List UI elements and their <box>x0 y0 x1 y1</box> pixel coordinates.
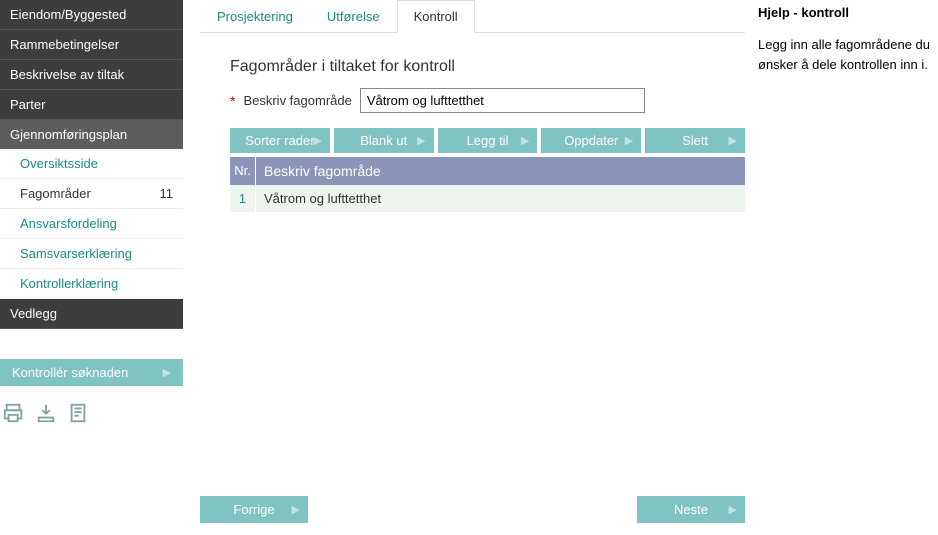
cell-desc: Våtrom og lufttetthet <box>256 185 745 212</box>
chevron-right-icon: ▶ <box>163 366 171 379</box>
button-label: Legg til <box>467 133 509 148</box>
button-label: Blank ut <box>360 133 407 148</box>
footer-nav: Forrige ▶ Neste ▶ <box>200 496 745 523</box>
nav-oversiktsside[interactable]: Oversiktsside <box>0 149 183 179</box>
chevron-right-icon: ▶ <box>625 134 633 147</box>
print-icon[interactable] <box>2 401 26 425</box>
nav-label: Kontrollerklæring <box>20 276 118 291</box>
nav-vedlegg[interactable]: Vedlegg <box>0 299 183 329</box>
tabs: Prosjektering Utførelse Kontroll <box>200 0 745 33</box>
nav-parter[interactable]: Parter <box>0 90 183 120</box>
nav-ansvarsfordeling[interactable]: Ansvarsfordeling <box>0 209 183 239</box>
chevron-right-icon: ▶ <box>292 503 300 516</box>
nav-label: Ansvarsfordeling <box>20 216 117 231</box>
nav-badge: 11 <box>160 186 174 201</box>
chevron-right-icon: ▶ <box>417 134 425 147</box>
clear-button[interactable]: Blank ut ▶ <box>334 128 434 153</box>
add-button[interactable]: Legg til ▶ <box>438 128 538 153</box>
cell-nr: 1 <box>230 185 256 212</box>
help-text: Legg inn alle fagområdene du ønsker å de… <box>758 35 933 74</box>
button-label: Sorter rader <box>245 133 314 148</box>
chevron-right-icon: ▶ <box>521 134 529 147</box>
help-panel: Hjelp - kontroll Legg inn alle fagområde… <box>758 5 933 74</box>
nav-eiendom[interactable]: Eiendom/Byggested <box>0 0 183 30</box>
button-label: Oppdater <box>564 133 618 148</box>
page-heading: Fagområder i tiltaket for kontroll <box>230 58 745 76</box>
button-label: Forrige <box>233 502 274 517</box>
tab-utforelse[interactable]: Utførelse <box>310 0 397 32</box>
table-row[interactable]: 1 Våtrom og lufttetthet <box>230 185 745 212</box>
nav-label: Fagområder <box>20 186 91 201</box>
main-content: Fagområder i tiltaket for kontroll * Bes… <box>200 33 745 212</box>
receipt-icon[interactable] <box>66 401 90 425</box>
help-title: Hjelp - kontroll <box>758 5 933 20</box>
table-header: Nr. Beskriv fagområde <box>230 157 745 185</box>
sidebar: Eiendom/Byggested Rammebetingelser Beskr… <box>0 0 183 425</box>
nav-fagomrader[interactable]: Fagområder 11 <box>0 179 183 209</box>
fagomrade-input[interactable] <box>360 88 645 113</box>
icon-toolbar <box>0 401 183 425</box>
header-desc: Beskriv fagområde <box>256 157 745 185</box>
header-nr: Nr. <box>230 157 256 185</box>
action-row: Sorter rader▶ Blank ut▶ Legg til▶ Oppdat… <box>230 128 745 153</box>
chevron-right-icon: ▶ <box>729 134 737 147</box>
field-label: Beskriv fagområde <box>243 93 351 108</box>
check-application-button[interactable]: Kontrollér søknaden ▶ <box>0 359 183 386</box>
chevron-right-icon: ▶ <box>313 134 321 147</box>
tab-kontroll[interactable]: Kontroll <box>397 0 475 33</box>
button-label: Kontrollér søknaden <box>12 365 128 380</box>
required-marker: * <box>230 93 235 109</box>
button-label: Slett <box>682 133 708 148</box>
sort-rows-button[interactable]: Sorter rader▶ <box>230 128 330 153</box>
nav-samsvarserklaering[interactable]: Samsvarserklæring <box>0 239 183 269</box>
download-icon[interactable] <box>34 401 58 425</box>
nav-kontrollerklaering[interactable]: Kontrollerklæring <box>0 269 183 299</box>
update-button[interactable]: Oppdater ▶ <box>541 128 641 153</box>
nav-label: Oversiktsside <box>20 156 98 171</box>
nav-gjennomforingsplan[interactable]: Gjennomføringsplan <box>0 120 183 149</box>
next-button[interactable]: Neste ▶ <box>637 496 745 523</box>
nav-label: Samsvarserklæring <box>20 246 132 261</box>
main-area: Prosjektering Utførelse Kontroll Fagområ… <box>200 0 745 212</box>
button-label: Neste <box>674 502 708 517</box>
chevron-right-icon: ▶ <box>729 503 737 516</box>
form-row: * Beskriv fagområde <box>230 88 745 113</box>
nav-rammebetingelser[interactable]: Rammebetingelser <box>0 30 183 60</box>
tab-prosjektering[interactable]: Prosjektering <box>200 0 310 32</box>
prev-button[interactable]: Forrige ▶ <box>200 496 308 523</box>
nav-beskrivelse[interactable]: Beskrivelse av tiltak <box>0 60 183 90</box>
delete-button[interactable]: Slett ▶ <box>645 128 745 153</box>
